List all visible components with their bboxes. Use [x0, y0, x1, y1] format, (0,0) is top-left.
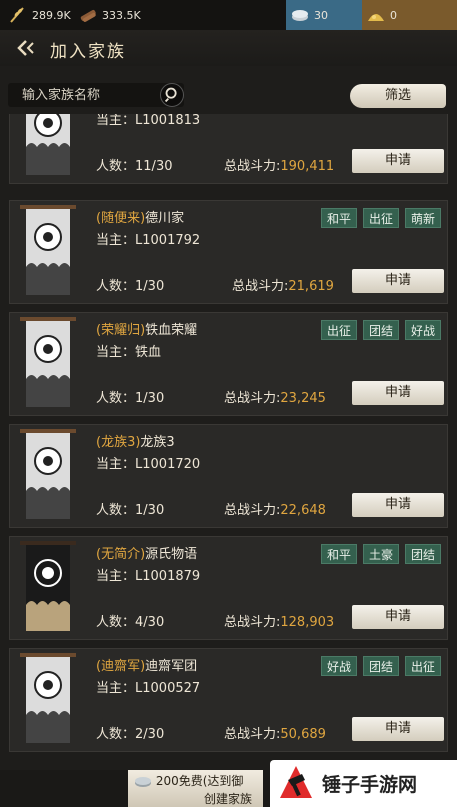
clan-power: 总战斗力:23,245 [224, 391, 326, 406]
clan-title: (荣耀归)铁血荣耀 [96, 323, 198, 338]
apply-button[interactable]: 申请 [352, 149, 444, 173]
silver-resource[interactable]: 30 [286, 0, 362, 30]
clan-leader: 当主：L1001792 [96, 233, 201, 248]
clan-card: (无简介)源氏物语 当主：L1001879 和平 土豪 团结 人数：4/30 总… [9, 536, 448, 640]
clan-tags: 和平 出征 萌新 [321, 208, 441, 228]
clan-tag-badge: 和平 [321, 544, 357, 564]
clan-card: (荣耀归)铁血荣耀 当主：铁血 出征 团结 好战 人数：1/30 总战斗力:23… [9, 312, 448, 416]
clan-tags: 好战 团结 出征 [321, 656, 441, 676]
clan-tags: 和平 土豪 团结 [321, 544, 441, 564]
hammer-logo-icon [280, 766, 312, 798]
grain-icon [10, 7, 24, 23]
clan-power: 总战斗力:190,411 [224, 159, 335, 174]
clan-leader: 当主：铁血 [96, 345, 162, 360]
grain-resource: 289.9K [8, 0, 71, 30]
clan-banner-icon [26, 114, 70, 175]
gold-amount: 0 [390, 8, 397, 22]
gold-pile-icon [368, 14, 384, 21]
create-clan-button[interactable]: 200免费(达到御 创建家族 [128, 770, 263, 807]
clan-tag-badge: 好战 [321, 656, 357, 676]
clan-tag-badge: 团结 [363, 320, 399, 340]
clan-banner-icon [20, 541, 76, 631]
back-arrow-icon[interactable] [16, 38, 40, 58]
watermark: 锤子手游网 [270, 760, 457, 807]
clan-leader: 当主：L1001813 [96, 114, 201, 128]
silver-coin-icon [292, 10, 308, 21]
watermark-text: 锤子手游网 [322, 774, 418, 796]
clan-list[interactable]: 当主：L1001813 人数：11/30 总战斗力:190,411 申请 (随便… [0, 114, 457, 770]
create-clan-label: 创建家族 [204, 792, 253, 806]
clan-leader: 当主：L1001720 [96, 457, 201, 472]
clan-members: 人数：4/30 [96, 615, 165, 630]
silver-amount: 30 [314, 8, 328, 22]
clan-title: (随便来)德川家 [96, 211, 185, 226]
clan-tag-badge: 团结 [363, 656, 399, 676]
clan-tag-badge: 出征 [363, 208, 399, 228]
clan-card: (龙族3)龙族3 当主：L1001720 人数：1/30 总战斗力:22,648… [9, 424, 448, 528]
clan-card: 当主：L1001813 人数：11/30 总战斗力:190,411 申请 [9, 114, 448, 184]
silver-coin-icon [135, 776, 151, 787]
apply-button[interactable]: 申请 [352, 269, 444, 293]
clan-members: 人数：2/30 [96, 727, 165, 742]
clan-title: (无简介)源氏物语 [96, 547, 198, 562]
clan-power: 总战斗力:21,619 [232, 279, 334, 294]
search-icon[interactable] [160, 83, 184, 107]
page-title: 加入家族 [50, 42, 126, 62]
clan-title: (迪齋军)迪齋军团 [96, 659, 198, 674]
clan-tag-badge: 团结 [405, 544, 441, 564]
clan-card: (随便来)德川家 当主：L1001792 和平 出征 萌新 人数：1/30 总战… [9, 200, 448, 304]
resource-bar: 289.9K 333.5K 30 0 [0, 0, 457, 30]
clan-members: 人数：1/30 [96, 503, 165, 518]
apply-button[interactable]: 申请 [352, 717, 444, 741]
wood-amount: 333.5K [102, 8, 141, 22]
clan-card: (迪齋军)迪齋军团 当主：L1000527 好战 团结 出征 人数：2/30 总… [9, 648, 448, 752]
wood-resource: 333.5K [78, 0, 141, 30]
clan-leader: 当主：L1001879 [96, 569, 201, 584]
clan-banner-icon [20, 205, 76, 295]
apply-button[interactable]: 申请 [352, 493, 444, 517]
clan-banner-icon [20, 429, 76, 519]
apply-button[interactable]: 申请 [352, 605, 444, 629]
gold-resource[interactable]: 0 [362, 0, 457, 30]
clan-tag-badge: 好战 [405, 320, 441, 340]
grain-amount: 289.9K [32, 8, 71, 22]
clan-search-input[interactable] [22, 86, 162, 104]
wood-icon [80, 9, 96, 22]
clan-members: 人数：1/30 [96, 391, 165, 406]
clan-tags: 出征 团结 好战 [321, 320, 441, 340]
clan-members: 人数：1/30 [96, 279, 165, 294]
page-header: 加入家族 [0, 30, 457, 66]
clan-tag-badge: 和平 [321, 208, 357, 228]
clan-banner-icon [20, 653, 76, 743]
clan-power: 总战斗力:50,689 [224, 727, 326, 742]
create-cost: 200免费(达到御 [134, 772, 243, 789]
clan-power: 总战斗力:128,903 [224, 615, 335, 630]
clan-banner-icon [20, 317, 76, 407]
clan-tag-badge: 出征 [321, 320, 357, 340]
clan-members: 人数：11/30 [96, 159, 173, 174]
clan-title: (龙族3)龙族3 [96, 435, 175, 450]
clan-leader: 当主：L1000527 [96, 681, 201, 696]
filter-button[interactable]: 筛选 [350, 84, 446, 108]
clan-power: 总战斗力:22,648 [224, 503, 326, 518]
clan-tag-badge: 出征 [405, 656, 441, 676]
clan-tag-badge: 土豪 [363, 544, 399, 564]
apply-button[interactable]: 申请 [352, 381, 444, 405]
search-box [8, 83, 184, 107]
clan-tag-badge: 萌新 [405, 208, 441, 228]
